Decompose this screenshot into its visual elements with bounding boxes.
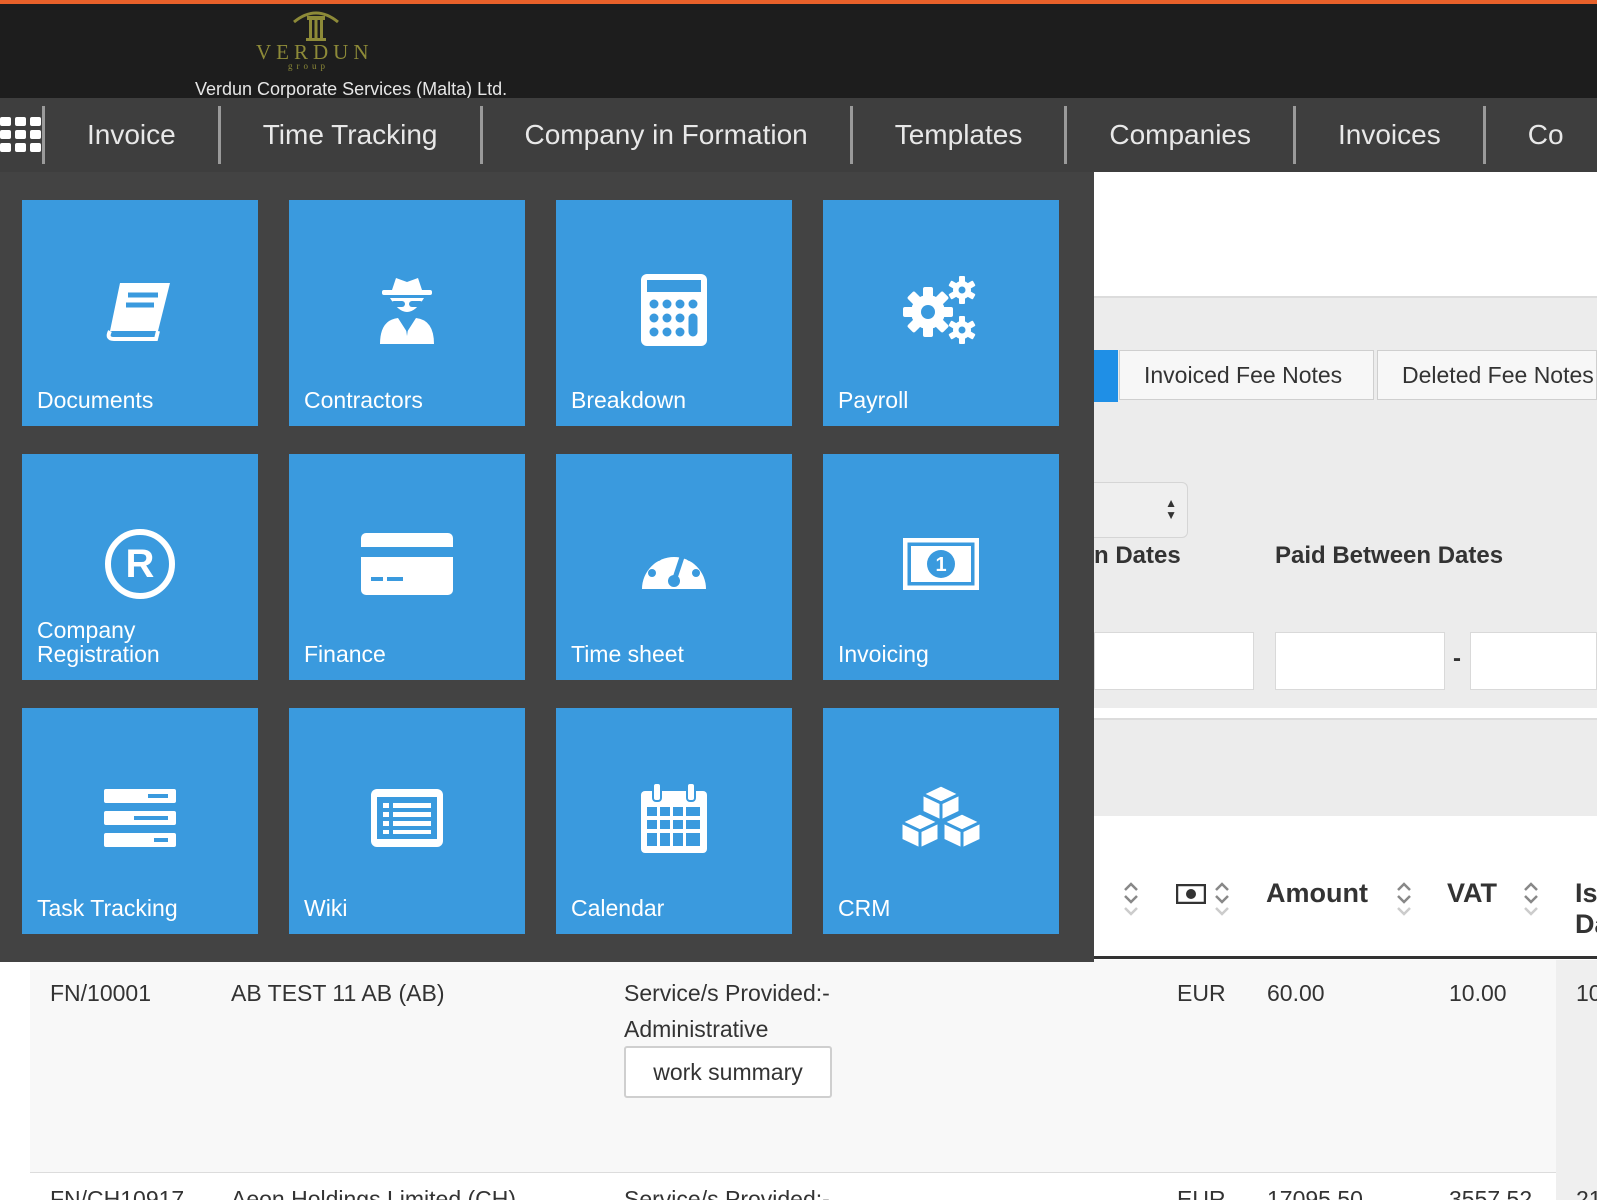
fee-note-description-line2: Administrative (624, 1016, 769, 1042)
tile-task-tracking[interactable]: Task Tracking (22, 708, 258, 934)
tile-company-registration[interactable]: R Company Registration (22, 454, 258, 680)
nav-invoice[interactable]: Invoice (45, 106, 221, 164)
nav-invoices[interactable]: Invoices (1296, 106, 1486, 164)
sort-icon[interactable] (1395, 880, 1413, 920)
gears-icon (903, 276, 976, 344)
between-dates-label: n Dates (1094, 542, 1181, 569)
currency-column-icon (1176, 884, 1206, 904)
fee-note-company: AB TEST 11 AB (AB) (231, 980, 445, 1006)
tile-label: Task Tracking (37, 895, 178, 921)
tile-label: Calendar (571, 895, 665, 921)
tile-wiki[interactable]: Wiki (289, 708, 525, 934)
issue-date-column-header[interactable]: Is Da (1575, 878, 1597, 940)
tile-label: Invoicing (838, 641, 929, 667)
tile-label: Documents (37, 387, 154, 413)
actions-panel (1094, 718, 1597, 816)
fee-note-description-line1: Service/s Provided:- (624, 980, 830, 1006)
date-from-input[interactable] (1094, 632, 1254, 690)
fee-note-company: Aeon Holdings Limited (CH) (231, 1186, 517, 1200)
fee-note-amount: 60.00 (1267, 980, 1325, 1006)
tile-label: CRM (838, 895, 891, 921)
tile-calendar[interactable]: Calendar (556, 708, 792, 934)
fee-note-description-line1: Service/s Provided:- (624, 1186, 830, 1200)
calculator-icon (641, 274, 707, 346)
paid-between-dates-label: Paid Between Dates (1275, 542, 1504, 569)
spy-icon (380, 278, 434, 344)
svg-text:R: R (126, 542, 155, 586)
nav-companies[interactable]: Companies (1067, 106, 1296, 164)
tile-label: Finance (304, 641, 386, 667)
app-header: VERDUN group Verdun Corporate Services (… (0, 0, 1597, 99)
work-summary-button[interactable]: work summary (624, 1046, 832, 1098)
nav-time-tracking[interactable]: Time Tracking (221, 106, 483, 164)
tile-breakdown[interactable]: Breakdown (556, 200, 792, 426)
list-alt-icon (371, 789, 443, 847)
tile-label: Company Registration (37, 617, 160, 667)
fee-note-number: FN/10001 (50, 980, 152, 1006)
fee-note-total: 21 (1576, 1186, 1597, 1200)
issue-date-header-line1: Is (1575, 878, 1597, 908)
filter-select[interactable]: ▲ ▼ (1094, 482, 1188, 538)
main-nav: Invoice Time Tracking Company in Formati… (0, 98, 1597, 172)
fee-note-amount: 17095.50 (1267, 1186, 1363, 1200)
logo-subtitle: group (288, 61, 329, 71)
sort-icon[interactable] (1213, 880, 1231, 920)
select-arrows-icon: ▲ ▼ (1165, 496, 1177, 522)
tile-contractors[interactable]: Contractors (289, 200, 525, 426)
nav-templates[interactable]: Templates (853, 106, 1068, 164)
fee-note-vat: 3557.52 (1449, 1186, 1533, 1200)
app-launcher-button[interactable] (0, 106, 45, 164)
tile-label: Breakdown (571, 387, 687, 413)
svg-text:1: 1 (935, 554, 946, 576)
tab-active[interactable] (1094, 350, 1118, 402)
amount-column-header[interactable]: Amount (1266, 878, 1368, 909)
sort-icon[interactable] (1122, 880, 1140, 920)
nav-company-in-formation[interactable]: Company in Formation (483, 106, 853, 164)
credit-card-icon (361, 533, 453, 595)
book-icon (106, 283, 170, 341)
tile-label: Payroll (838, 387, 909, 413)
tile-label: Wiki (304, 895, 348, 921)
fee-note-total: 10 (1576, 980, 1597, 1006)
company-name: Verdun Corporate Services (Malta) Ltd. (195, 79, 508, 99)
vat-column-header[interactable]: VAT (1447, 878, 1497, 909)
paid-to-input[interactable] (1470, 632, 1597, 690)
cubes-icon (899, 783, 983, 851)
tile-documents[interactable]: Documents (22, 200, 258, 426)
tile-payroll[interactable]: Payroll (823, 200, 1059, 426)
sort-icon[interactable] (1522, 880, 1540, 920)
tile-crm[interactable]: CRM (823, 708, 1059, 934)
tasks-icon (104, 789, 176, 847)
calendar-icon (641, 783, 707, 853)
fee-note-number: FN/CH10917 (50, 1186, 185, 1200)
tile-invoicing[interactable]: 1 Invoicing (823, 454, 1059, 680)
table-row: FN/CH10917 Aeon Holdings Limited (CH) Se… (30, 1186, 1597, 1200)
dashboard-icon (642, 545, 706, 589)
paid-from-input[interactable] (1275, 632, 1445, 690)
tile-time-sheet[interactable]: Time sheet (556, 454, 792, 680)
issue-date-header-line2: Da (1575, 909, 1597, 939)
fee-note-vat: 10.00 (1449, 980, 1507, 1006)
nav-more[interactable]: Co (1486, 106, 1597, 164)
money-icon: 1 (903, 538, 979, 590)
logo-column-icon (293, 11, 339, 41)
grid-icon (0, 117, 41, 152)
tab-deleted-fee-notes[interactable]: Deleted Fee Notes (1377, 350, 1597, 400)
fee-note-currency: EUR (1177, 980, 1226, 1006)
tile-label: Contractors (304, 387, 423, 413)
tile-label: Time sheet (571, 641, 684, 667)
registered-icon: R (105, 529, 175, 599)
tab-invoiced-fee-notes[interactable]: Invoiced Fee Notes (1119, 350, 1374, 400)
tile-finance[interactable]: Finance (289, 454, 525, 680)
fee-note-currency: EUR (1177, 1186, 1226, 1200)
app-launcher-menu: Documents Contractors Breakdown Payroll … (0, 172, 1094, 962)
date-range-separator: - (1453, 645, 1461, 672)
